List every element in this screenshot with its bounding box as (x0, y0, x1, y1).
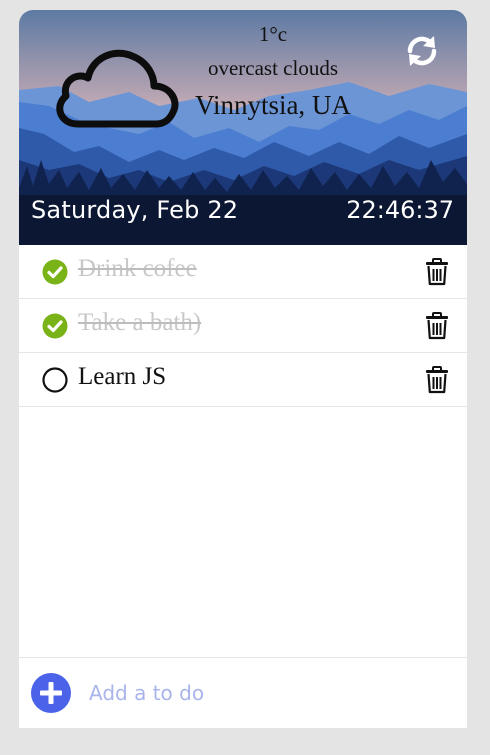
current-date: Saturday, Feb 22 (31, 196, 239, 224)
todo-item: Learn JS (19, 353, 467, 407)
todo-text: Drink cofee (78, 255, 197, 282)
weather-description: overcast clouds (207, 56, 339, 80)
add-todo-button[interactable] (31, 673, 71, 713)
todo-list: Drink cofee Take a bath) Learn JS (19, 245, 467, 407)
weather-header: 1°c overcast clouds Vinnytsia, UA Saturd… (19, 10, 467, 245)
todo-item: Take a bath) (19, 299, 467, 353)
todo-text: Learn JS (78, 363, 167, 390)
trash-icon[interactable] (425, 366, 449, 394)
current-time: 22:46:37 (346, 196, 454, 224)
check-circle-filled-icon[interactable] (42, 259, 68, 285)
add-todo-bar (19, 657, 467, 728)
check-circle-filled-icon[interactable] (42, 313, 68, 339)
todo-card: 1°c overcast clouds Vinnytsia, UA Saturd… (19, 10, 467, 728)
trash-icon[interactable] (425, 312, 449, 340)
todo-item: Drink cofee (19, 245, 467, 299)
refresh-icon[interactable] (405, 34, 439, 68)
temperature: 1°c (258, 22, 288, 46)
circle-outline-icon[interactable] (42, 367, 68, 393)
location: Vinnytsia, UA (195, 90, 351, 120)
add-todo-input[interactable] (89, 676, 449, 710)
todo-text: Take a bath) (78, 309, 202, 336)
trash-icon[interactable] (425, 258, 449, 286)
